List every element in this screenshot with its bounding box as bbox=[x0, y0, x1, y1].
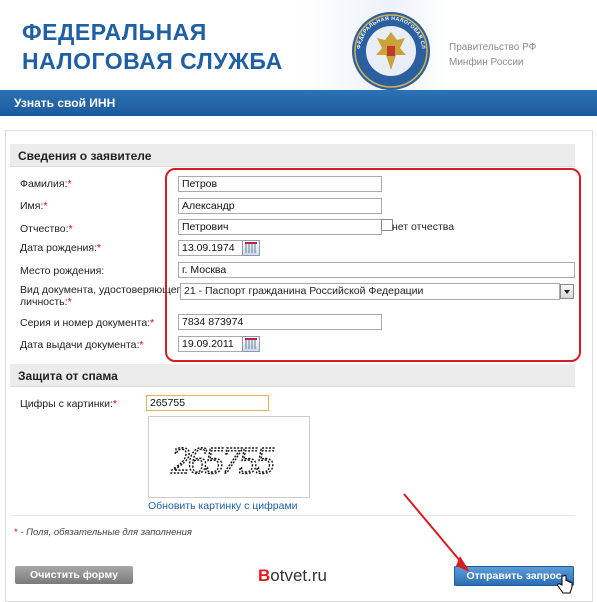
divider bbox=[10, 515, 575, 516]
fns-emblem-icon: ФЕДЕРАЛЬНАЯ НАЛОГОВАЯ СЛУЖБА bbox=[350, 10, 430, 90]
hand-cursor-icon bbox=[557, 574, 573, 594]
arrow-annotation-icon bbox=[403, 493, 470, 572]
birthplace-label: Место рождения: bbox=[20, 265, 105, 277]
captcha-label: Цифры с картинки:* bbox=[20, 398, 117, 410]
section-spam-title: Защита от спама bbox=[18, 369, 118, 383]
patronymic-label: Отчество:* bbox=[20, 223, 73, 235]
captcha-image: 265755 bbox=[148, 416, 310, 498]
logo-line-1: ФЕДЕРАЛЬНАЯ bbox=[22, 19, 207, 45]
site-header: ФЕДЕРАЛЬНАЯ НАЛОГОВАЯ СЛУЖБА ФЕДЕРАЛЬНАЯ… bbox=[0, 0, 597, 90]
watermark: Botvet.ru bbox=[258, 566, 327, 585]
doc-date-label: Дата выдачи документа:* bbox=[20, 339, 144, 351]
gov-link-pravitelstvo[interactable]: Правительство РФ bbox=[449, 40, 536, 55]
captcha-digits: 265755 bbox=[171, 440, 274, 482]
doc-type-label-line1: Вид документа, удостоверяющего bbox=[20, 284, 186, 296]
gov-link-minfin[interactable]: Минфин России bbox=[449, 55, 536, 70]
name-label: Имя:* bbox=[20, 200, 48, 212]
captcha-graphic: 265755 bbox=[170, 439, 276, 482]
logo-line-2: НАЛОГОВАЯ СЛУЖБА bbox=[22, 48, 283, 74]
section-applicant-heading: Сведения о заявителе bbox=[10, 144, 575, 167]
government-links: Правительство РФ Минфин России bbox=[449, 40, 536, 70]
page-title: Узнать свой ИНН bbox=[14, 96, 116, 110]
clear-form-button[interactable]: Очистить форму bbox=[15, 566, 133, 584]
doc-type-label-line2: личность: bbox=[20, 296, 68, 308]
page-title-bar: Узнать свой ИНН bbox=[0, 90, 597, 116]
doc-number-label: Серия и номер документа:* bbox=[20, 317, 155, 329]
refresh-captcha-link[interactable]: Обновить картинку с цифрами bbox=[148, 500, 298, 512]
section-spam-heading: Защита от спама bbox=[10, 364, 575, 387]
site-logo-text[interactable]: ФЕДЕРАЛЬНАЯ НАЛОГОВАЯ СЛУЖБА bbox=[22, 18, 283, 76]
required-fields-note: * - Поля, обязательные для заполнения bbox=[14, 527, 192, 538]
highlight-outline bbox=[165, 168, 581, 362]
birthdate-label: Дата рождения:* bbox=[20, 242, 102, 254]
doc-type-label: Вид документа, удостоверяющего личность:… bbox=[20, 284, 186, 308]
surname-label: Фамилия:* bbox=[20, 178, 72, 190]
captcha-input[interactable]: 265755 bbox=[146, 395, 269, 411]
section-applicant-title: Сведения о заявителе bbox=[18, 149, 152, 163]
